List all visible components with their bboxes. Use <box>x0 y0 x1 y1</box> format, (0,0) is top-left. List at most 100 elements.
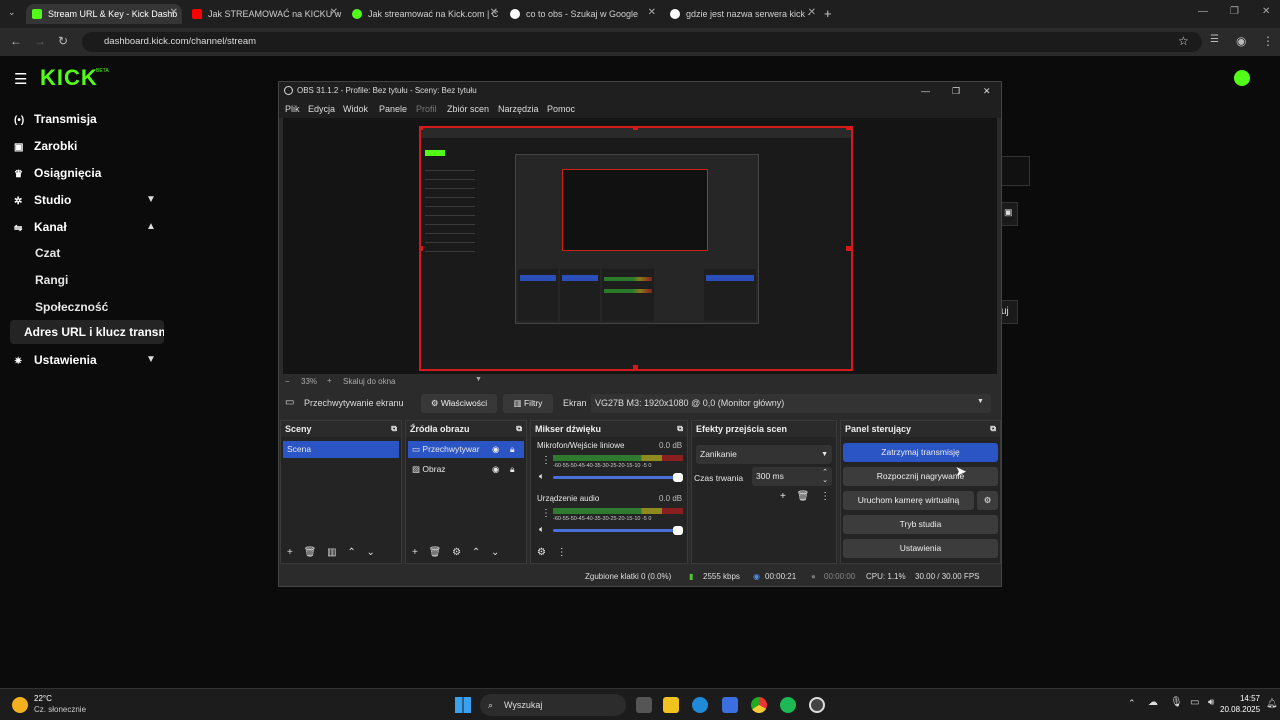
obs-preview[interactable] <box>283 118 997 374</box>
chevron-up-icon[interactable]: ▲ <box>146 221 156 232</box>
stop-streaming-button[interactable]: Zatrzymaj transmisję <box>843 443 998 462</box>
visibility-eye-icon[interactable]: ◉ <box>492 441 499 458</box>
add-icon[interactable]: + <box>412 547 418 558</box>
studio-mode-button[interactable]: Tryb studia <box>843 515 998 534</box>
more-options-icon[interactable]: ⋮ <box>557 547 567 558</box>
menu-zbior-scen[interactable]: Zbiór scen <box>447 104 489 114</box>
speaker-icon[interactable]: 🔈︎ <box>539 471 544 482</box>
trash-icon[interactable]: 🗑︎ <box>429 547 442 558</box>
scene-item[interactable]: Scena <box>283 441 399 458</box>
sidebar-item-osiagniecia[interactable]: ♛ Osiągnięcia <box>14 166 101 180</box>
tab-list-icon[interactable]: ⌄ <box>8 7 16 18</box>
obs-icon[interactable] <box>809 697 825 713</box>
volume-slider[interactable] <box>553 526 683 535</box>
network-icon[interactable]: ▭ <box>1190 697 1199 708</box>
new-tab-icon[interactable]: + <box>824 6 832 21</box>
trash-icon[interactable]: 🗑︎ <box>797 491 810 502</box>
virtual-camera-settings-button[interactable]: ⚙ <box>977 491 998 510</box>
settings-button[interactable]: Ustawienia <box>843 539 998 558</box>
volume-icon[interactable]: 🔊︎ <box>1208 697 1214 708</box>
screen-select[interactable]: VG27B M3: 1920x1080 @ 0,0 (Monitor główn… <box>591 394 991 413</box>
move-down-icon[interactable]: ⌄ <box>367 547 375 558</box>
clock-time[interactable]: 14:57 <box>1226 694 1260 703</box>
weather-sun-icon[interactable] <box>12 697 28 713</box>
more-options-icon[interactable]: ⋮ <box>541 455 551 466</box>
add-icon[interactable]: + <box>780 491 786 502</box>
task-view-icon[interactable] <box>636 697 652 713</box>
sidebar-item-ustawienia[interactable]: ✷ Ustawienia <box>14 353 97 367</box>
user-avatar[interactable] <box>1234 70 1250 86</box>
resize-handle[interactable] <box>633 365 638 369</box>
menu-panele[interactable]: Panele <box>379 104 407 114</box>
menu-narzedzia[interactable]: Narzędzia <box>498 104 539 114</box>
reload-icon[interactable]: ↻ <box>58 34 68 48</box>
sidebar-item-studio[interactable]: ✲ Studio <box>14 193 71 207</box>
screen-capture-source[interactable] <box>419 126 853 371</box>
resize-handle[interactable] <box>846 246 851 251</box>
weather-desc[interactable]: Cz. słonecznie <box>34 705 86 714</box>
more-options-icon[interactable]: ⋮ <box>820 491 830 502</box>
advanced-audio-icon[interactable]: ⚙ <box>537 547 546 558</box>
duration-stepper[interactable]: 300 ms ⌃ ⌄ <box>752 467 832 486</box>
url-bar[interactable]: dashboard.kick.com/channel/stream <box>82 32 1202 52</box>
edge-icon[interactable] <box>692 697 708 713</box>
menu-profil[interactable]: Profil <box>416 104 437 114</box>
chevron-down-icon[interactable]: ▼ <box>146 194 156 205</box>
resize-handle[interactable] <box>421 128 423 130</box>
tab-kick-guide[interactable]: Jak streamować na Kick.com | C ✕ <box>346 4 502 24</box>
chevron-down-icon[interactable]: ▼ <box>146 354 156 365</box>
sidebar-subitem-rangi[interactable]: Rangi <box>35 273 68 287</box>
zoom-out-icon[interactable]: − <box>285 377 290 386</box>
minimize-icon[interactable]: — <box>1198 6 1208 17</box>
close-tab-icon[interactable]: ✕ <box>808 7 816 18</box>
maximize-icon[interactable]: ❐ <box>952 82 960 100</box>
notification-bell-icon[interactable]: 🔔︎ <box>1266 698 1277 709</box>
scale-mode[interactable]: Skaluj do okna <box>343 377 395 386</box>
close-icon[interactable]: ✕ <box>983 82 991 100</box>
visibility-eye-icon[interactable]: ◉ <box>492 461 499 478</box>
reading-list-icon[interactable]: ☰ <box>1210 34 1219 45</box>
bookmark-star-icon[interactable]: ☆ <box>1178 34 1189 48</box>
undock-icon[interactable]: ⧉ <box>677 421 683 437</box>
resize-handle[interactable] <box>846 128 851 130</box>
source-item[interactable]: ▭ Przechwytywar ◉ 🔒︎ <box>408 441 524 458</box>
copy-button[interactable]: ▣ <box>1000 202 1018 226</box>
sidebar-subitem-spolecznosc[interactable]: Społeczność <box>35 300 108 314</box>
undock-icon[interactable]: ⧉ <box>516 421 522 437</box>
gear-icon[interactable]: ⚙ <box>452 547 461 558</box>
speaker-icon[interactable]: 🔈︎ <box>539 524 544 535</box>
close-tab-icon[interactable]: ✕ <box>648 7 656 18</box>
resize-handle[interactable] <box>633 128 638 130</box>
move-down-icon[interactable]: ⌄ <box>491 547 499 558</box>
maximize-icon[interactable]: ❐ <box>1230 6 1239 17</box>
store-icon[interactable] <box>722 697 738 713</box>
trash-icon[interactable]: 🗑︎ <box>304 547 317 558</box>
back-icon[interactable]: ← <box>10 34 22 48</box>
taskbar-search[interactable]: ⌕ Wyszukaj <box>480 694 626 716</box>
clock-date[interactable]: 20.08.2025 <box>1220 705 1260 714</box>
chrome-icon[interactable] <box>751 697 767 713</box>
slider-handle[interactable] <box>673 526 683 535</box>
hamburger-menu-icon[interactable]: ☰ <box>14 70 27 88</box>
undock-icon[interactable]: ⧉ <box>391 421 397 437</box>
close-tab-icon[interactable]: ✕ <box>330 7 338 18</box>
sidebar-item-transmisja[interactable]: (•) Transmisja <box>14 112 97 126</box>
close-tab-icon[interactable]: ✕ <box>170 7 178 18</box>
weather-temp[interactable]: 22°C <box>34 694 52 703</box>
tab-google-obs[interactable]: co to obs - Szukaj w Google ✕ <box>504 4 660 24</box>
sidebar-subitem-stream-url-active[interactable]: Adres URL i klucz transmisji <box>10 320 164 344</box>
start-recording-button[interactable]: Rozpocznij nagrywanie <box>843 467 998 486</box>
close-tab-icon[interactable]: ✕ <box>490 7 498 18</box>
more-menu-icon[interactable]: ⋮ <box>1262 34 1274 48</box>
tab-kick-dashboard[interactable]: Stream URL & Key - Kick Dashb ✕ <box>26 4 182 24</box>
close-window-icon[interactable]: ✕ <box>1262 6 1270 17</box>
zoom-in-icon[interactable]: + <box>327 376 332 385</box>
move-up-icon[interactable]: ⌃ <box>472 547 480 558</box>
lock-icon[interactable]: 🔒︎ <box>510 461 515 478</box>
more-options-icon[interactable]: ⋮ <box>541 508 551 519</box>
properties-button[interactable]: ⚙ Właściwości <box>421 394 497 413</box>
start-virtual-camera-button[interactable]: Uruchom kamerę wirtualną <box>843 491 974 510</box>
volume-slider[interactable] <box>553 473 683 482</box>
show-hidden-icons[interactable]: ⌃ <box>1128 698 1136 709</box>
tab-google-server[interactable]: gdzie jest nazwa serwera kick - ✕ <box>664 4 820 24</box>
